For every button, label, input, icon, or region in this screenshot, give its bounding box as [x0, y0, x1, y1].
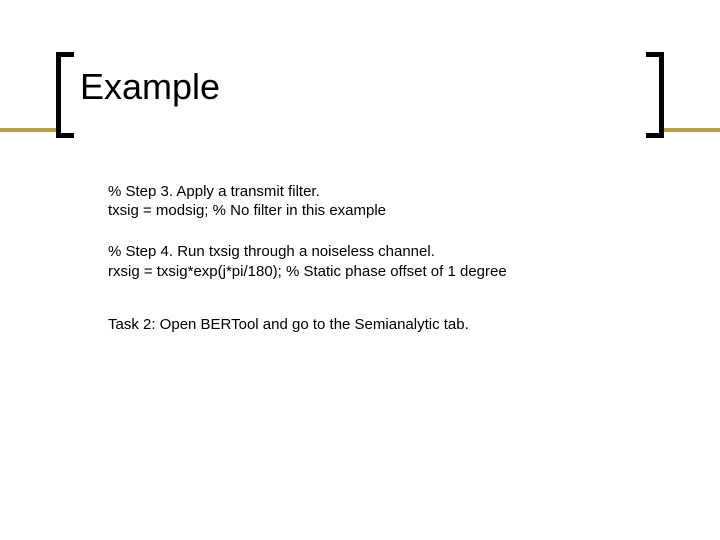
code-block: % Step 4. Run txsig through a noiseless … — [108, 242, 656, 280]
slide-title: Example — [56, 64, 664, 108]
code-line: txsig = modsig; % No filter in this exam… — [108, 201, 656, 220]
code-line: % Step 3. Apply a transmit filter. — [108, 182, 656, 201]
slide: Example % Step 3. Apply a transmit filte… — [0, 0, 720, 540]
code-line: % Step 4. Run txsig through a noiseless … — [108, 242, 656, 261]
bracket-left-icon — [56, 52, 74, 138]
task-line: Task 2: Open BERTool and go to the Semia… — [108, 315, 656, 334]
bracket-right-icon — [646, 52, 664, 138]
slide-body: % Step 3. Apply a transmit filter. txsig… — [108, 182, 656, 356]
title-area: Example — [56, 64, 664, 108]
code-block: % Step 3. Apply a transmit filter. txsig… — [108, 182, 656, 220]
code-line: rxsig = txsig*exp(j*pi/180); % Static ph… — [108, 262, 656, 281]
task-block: Task 2: Open BERTool and go to the Semia… — [108, 315, 656, 334]
